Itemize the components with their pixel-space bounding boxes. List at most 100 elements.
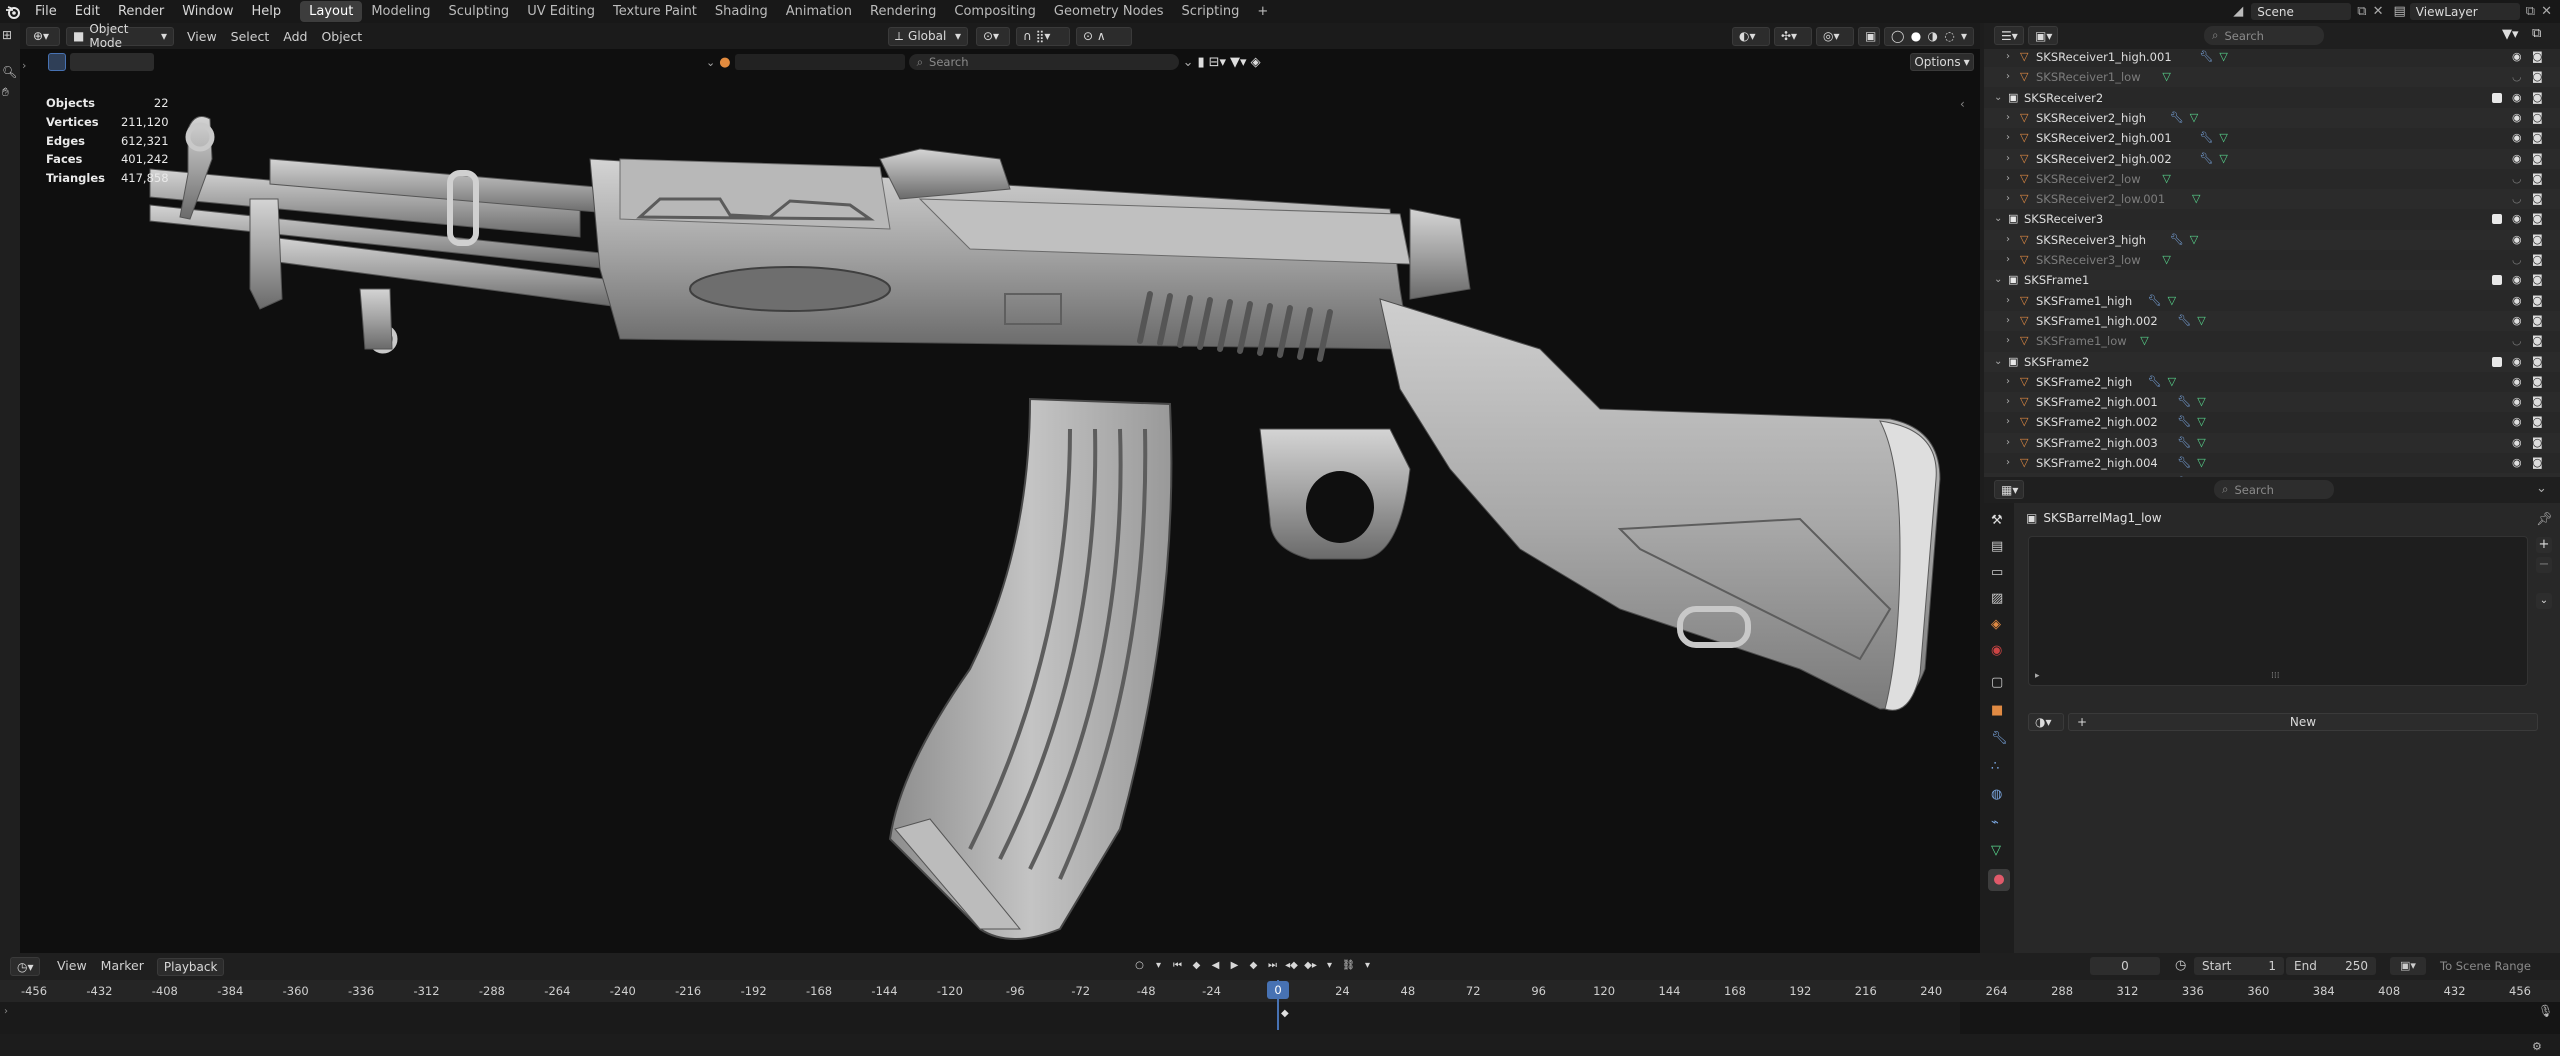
modifier-icon[interactable]: 🔧︎	[2170, 108, 2184, 128]
workspace-tab-shading[interactable]: Shading	[706, 1, 777, 22]
camera-render-icon[interactable]: ◙	[2532, 352, 2543, 372]
3d-viewport[interactable]: › ⌄ ● ⌕ Search ⌄ ▮ ⊟▾ ▼▾ ◈ Options ▾ ‹ O…	[20, 49, 1980, 953]
mesh-data-icon[interactable]: ▽	[2192, 189, 2200, 209]
camera-render-icon[interactable]: ◙	[2532, 250, 2543, 270]
timeline-menu-playback[interactable]: Playback	[156, 958, 225, 976]
data-tab-icon[interactable]: ▽	[1991, 843, 2001, 858]
mesh-data-icon[interactable]: ▽	[2219, 149, 2227, 169]
camera-render-icon[interactable]: ◙	[2532, 270, 2543, 290]
chevron-down-icon[interactable]: ▾	[1322, 958, 1337, 973]
outliner-row[interactable]: › ▽ SKSReceiver2_high.002 🔧︎ ▽ ◉ ◙	[1984, 148, 2560, 169]
properties-search-input[interactable]: ⌕ Search	[2214, 480, 2334, 499]
outliner-row[interactable]: › ▽ SKSReceiver2_high 🔧︎ ▽ ◉ ◙	[1984, 107, 2560, 128]
delete-view-layer-icon[interactable]: ✕	[2541, 4, 2552, 19]
mesh-data-icon[interactable]: ▽	[2197, 412, 2205, 432]
eye-icon[interactable]: ◉	[2512, 352, 2522, 372]
pivot-point-button[interactable]: ⊙▾	[976, 26, 1010, 46]
new-material-button[interactable]: + New	[2068, 713, 2538, 731]
transform-orientation-selector[interactable]: ⟂ Global ▾	[888, 26, 968, 46]
add-workspace-button[interactable]: +	[1248, 1, 1277, 22]
eye-icon[interactable]: ◉	[2512, 453, 2522, 473]
expand-arrow-icon[interactable]: ›	[2006, 49, 2010, 67]
collection-tab-icon[interactable]: ▢	[1991, 675, 2003, 690]
pan-hand-icon[interactable]: ✋︎	[2, 85, 18, 101]
previous-keyframe-icon[interactable]: ◆	[1189, 958, 1204, 973]
camera-render-icon[interactable]: ◙	[2532, 331, 2543, 351]
menu-edit[interactable]: Edit	[66, 0, 109, 23]
camera-render-icon[interactable]: ◙	[2532, 412, 2543, 432]
workspace-tab-compositing[interactable]: Compositing	[945, 1, 1045, 22]
outliner-row[interactable]: › ▽ SKSFrame1_high.002 🔧︎ ▽ ◉ ◙	[1984, 310, 2560, 331]
camera-render-icon[interactable]: ◙	[2532, 88, 2543, 108]
outliner-row[interactable]: › ▽ SKSReceiver2_high.001 🔧︎ ▽ ◉ ◙	[1984, 128, 2560, 148]
play-reverse-icon[interactable]: ◀	[1208, 958, 1223, 973]
outliner-row[interactable]: › ▽ SKSFrame2_high 🔧︎ ▽ ◉ ◙	[1984, 372, 2560, 392]
collapse-arrow-icon[interactable]: ⌄	[1994, 88, 2002, 108]
new-view-layer-icon[interactable]: ⧉	[2526, 4, 2535, 19]
mesh-data-icon[interactable]: ▽	[2162, 169, 2170, 189]
viewport-menu-view[interactable]: View	[180, 29, 224, 44]
outliner-editor-type-button[interactable]: ☰▾	[1994, 26, 2024, 45]
slot-menu-icon[interactable]: ⌄	[2536, 593, 2552, 609]
material-shading-icon[interactable]: ◑	[1927, 29, 1937, 43]
eye-icon[interactable]: ◉	[2512, 108, 2522, 128]
proportional-editing-button[interactable]: ⊙ ∧	[1076, 26, 1132, 46]
collection-checkbox[interactable]	[2492, 214, 2502, 225]
timeline-track[interactable]: › 🎙︎	[0, 1002, 2560, 1034]
expand-arrow-icon[interactable]: ›	[2006, 169, 2010, 189]
expand-arrow-icon[interactable]: ›	[2006, 392, 2010, 412]
new-collection-icon[interactable]: ⧉	[2532, 26, 2541, 41]
particles-tab-icon[interactable]: ∴	[1991, 759, 1999, 774]
mesh-data-icon[interactable]: ▽	[2162, 250, 2170, 270]
workspace-tab-sculpting[interactable]: Sculpting	[439, 1, 518, 22]
eye-closed-icon[interactable]: ◡	[2512, 250, 2522, 270]
expand-arrow-icon[interactable]: ▸	[2035, 671, 2040, 681]
collapse-arrow-icon[interactable]: ⌄	[1994, 270, 2002, 290]
properties-editor-type-button[interactable]: ▦▾	[1994, 480, 2024, 499]
eye-icon[interactable]: ◉	[2512, 412, 2522, 432]
outliner-row[interactable]: ⌄ ▣ SKSFrame1 ◉ ◙	[1984, 270, 2560, 291]
add-slot-icon[interactable]: +	[2536, 537, 2552, 553]
viewport-menu-object[interactable]: Object	[314, 29, 369, 44]
camera-render-icon[interactable]: ◙	[2532, 67, 2543, 87]
expand-arrow-icon[interactable]: ›	[2006, 453, 2010, 473]
start-frame-field[interactable]: Start 1	[2194, 957, 2284, 975]
preview-range-icon[interactable]: ◷	[2175, 958, 2186, 973]
outliner-row[interactable]: ⌄ ▣ SKSFrame2 ◉ ◙	[1984, 351, 2560, 372]
timeline-menu-marker[interactable]: Marker	[94, 958, 151, 976]
playhead-frame-indicator[interactable]: 0	[1267, 981, 1289, 999]
expand-arrow-icon[interactable]: ›	[2006, 331, 2010, 351]
modifier-icon[interactable]: 🔧︎	[2177, 412, 2191, 432]
physics-tab-icon[interactable]: ◍	[1991, 787, 2002, 802]
expand-arrow-icon[interactable]: ›	[2006, 250, 2010, 270]
collection-checkbox[interactable]	[2492, 275, 2502, 286]
viewport-menu-select[interactable]: Select	[224, 29, 277, 44]
outliner-row[interactable]: › ▽ SKSFrame1_high 🔧︎ ▽ ◉ ◙	[1984, 291, 2560, 311]
solid-shading-icon[interactable]: ●	[1911, 29, 1921, 43]
modifier-icon[interactable]: 🔧︎	[2177, 453, 2191, 473]
snapping-button[interactable]: ∩ ⣿▾	[1016, 26, 1070, 46]
eye-icon[interactable]: ◉	[2512, 433, 2522, 453]
expand-arrow-icon[interactable]: ›	[2006, 67, 2010, 87]
camera-render-icon[interactable]: ◙	[2532, 392, 2543, 412]
outliner-row[interactable]: › ▽ SKSFrame2_high.001 🔧︎ ▽ ◉ ◙	[1984, 392, 2560, 413]
eye-icon[interactable]: ◉	[2512, 49, 2522, 67]
workspace-tab-layout[interactable]: Layout	[300, 1, 363, 22]
resize-grip-icon[interactable]: ⁞⁞⁞	[2271, 671, 2280, 681]
blender-logo-icon[interactable]	[0, 0, 26, 23]
camera-render-icon[interactable]: ◙	[2532, 230, 2543, 250]
world-tab-icon[interactable]: ◉	[1991, 643, 2002, 658]
render-tab-icon[interactable]: ▤	[1991, 539, 2003, 554]
chevron-down-icon[interactable]: ▾	[1151, 958, 1166, 973]
eye-icon[interactable]: ◉	[2512, 311, 2522, 331]
menu-help[interactable]: Help	[243, 0, 291, 23]
xray-button[interactable]: ▣	[1858, 26, 1880, 46]
collection-checkbox[interactable]	[2492, 92, 2502, 103]
expand-arrow-icon[interactable]: ›	[2006, 189, 2010, 209]
modifier-icon[interactable]: 🔧︎	[2199, 149, 2213, 169]
editor-type-icon[interactable]: ⊞	[2, 28, 18, 44]
mesh-data-icon[interactable]: ▽	[2168, 291, 2176, 311]
zoom-icon[interactable]: 🔍︎	[2, 65, 18, 81]
overlay-button[interactable]: ◎▾	[1816, 26, 1854, 46]
remove-slot-icon[interactable]: −	[2536, 557, 2552, 573]
